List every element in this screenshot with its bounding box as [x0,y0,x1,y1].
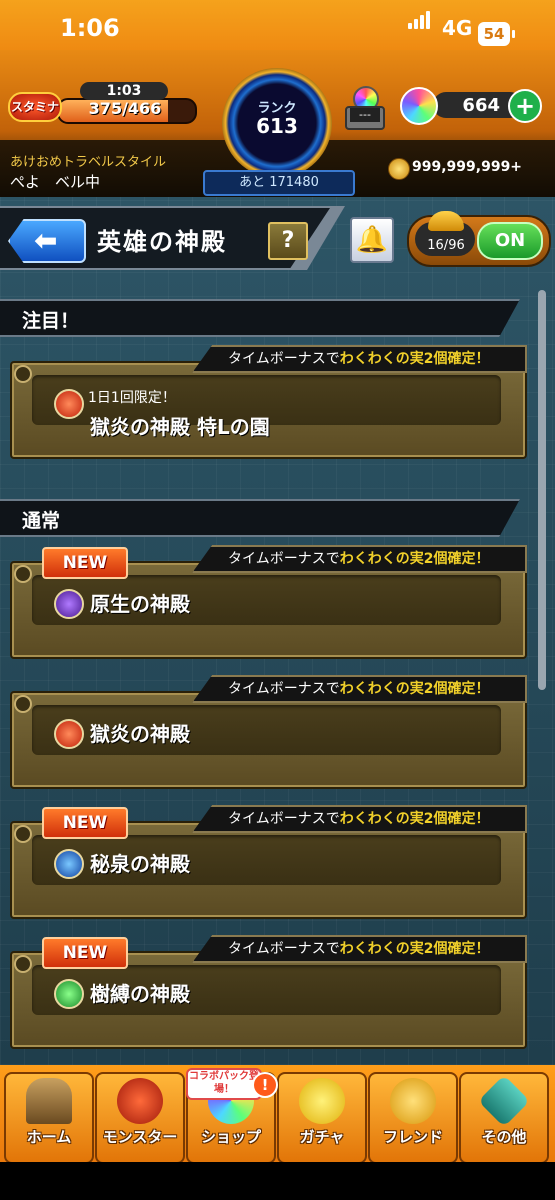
fire-element-icon [54,389,84,419]
nav-home[interactable]: ホーム [4,1072,94,1164]
new-badge: NEW [42,807,128,839]
pin-icon [14,565,32,583]
pin-icon [14,365,32,383]
player-title: あけおめトラベルスタイル [10,155,167,170]
new-badge: NEW [42,937,128,969]
section-label: 通常 [22,510,61,532]
status-time: 1:06 [60,14,120,42]
nav-monster[interactable]: モンスター [95,1072,185,1164]
rank-next-exp: あと 171480 [203,170,355,196]
quest-card[interactable]: タイムボーナスでわくわくの実2個確定！ NEW 樹縛の神殿 [10,935,527,1049]
quest-name: 秘泉の神殿 [90,852,190,876]
nav-label: モンスター [102,1128,178,1146]
quest-limit-note: 1日1回限定！ [88,390,176,406]
quest-card[interactable]: タイムボーナスでわくわくの実2個確定！ 1日1回限定！ 獄炎の神殿 特Lの園 [10,345,527,459]
time-bonus-text: タイムボーナスでわくわくの実2個確定！ [228,811,490,827]
other-icon [477,1074,531,1128]
quest-name: 樹縛の神殿 [90,982,190,1006]
pin-icon [14,695,32,713]
home-icon [26,1078,72,1124]
rank-value: 613 [256,114,298,138]
stamina-timer: 1:03 [80,82,168,100]
player-name: ぺよ ベル中 [10,173,101,191]
scrollbar[interactable] [538,290,546,690]
coin-icon [388,158,410,180]
section-label: 注目！ [22,310,80,332]
monster-icon [117,1078,163,1124]
collab-pack-badge: コラボパック登場！ [186,1068,262,1100]
section-header-normal: 通常 [0,499,520,537]
dark-element-icon [54,589,84,619]
quest-name: 原生の神殿 [90,592,190,616]
time-bonus-text: タイムボーナスでわくわくの実2個確定！ [228,551,490,567]
water-element-icon [54,849,84,879]
orb-count: 664 [462,95,500,116]
network-label: 4G [442,16,473,40]
quest-card[interactable]: タイムボーナスでわくわくの実2個確定！ 獄炎の神殿 [10,675,527,789]
pin-icon [14,825,32,843]
quest-name: 獄炎の神殿 特Lの園 [90,415,270,439]
time-bonus-text: タイムボーナスでわくわくの実2個確定！ [228,941,490,957]
nav-friend[interactable]: フレンド [368,1072,458,1164]
quest-name: 獄炎の神殿 [90,722,190,746]
nav-label: フレンド [382,1128,443,1146]
boost-count: 16/96 [427,238,465,253]
nav-label: ガチャ [299,1128,345,1146]
nav-label: ショップ [200,1128,261,1146]
boost-on-toggle[interactable]: ON [477,222,543,260]
nav-label: ホーム [26,1128,72,1146]
quest-card[interactable]: タイムボーナスでわくわくの実2個確定！ NEW 原生の神殿 [10,545,527,659]
section-header-featured: 注目！ [0,299,520,337]
quest-card[interactable]: タイムボーナスでわくわくの実2個確定！ NEW 秘泉の神殿 [10,805,527,919]
nav-other[interactable]: その他 [459,1072,549,1164]
friend-icon [390,1078,436,1124]
page-title: 英雄の神殿 [97,228,227,256]
orb-icon [400,87,438,125]
new-badge: NEW [42,547,128,579]
back-arrow-icon: ⬅ [34,224,58,257]
home-indicator-area [0,1162,555,1200]
nav-label: その他 [481,1128,527,1146]
pin-icon [14,955,32,973]
orb-machine-label: --- [350,108,380,122]
alert-icon: ! [252,1072,278,1098]
help-button[interactable]: ? [268,222,308,260]
gacha-icon [299,1078,345,1124]
stamina-logo: スタミナ [8,92,62,122]
bell-button[interactable]: 🔔 [350,217,394,263]
time-bonus-text: タイムボーナスでわくわくの実2個確定！ [228,351,490,367]
coin-count: 999,999,999+ [412,159,523,175]
battery-level: 54 [478,22,510,46]
fire-element-icon [54,719,84,749]
time-bonus-text: タイムボーナスでわくわくの実2個確定！ [228,681,490,697]
stamina-value: 375/466 [88,99,162,118]
nav-gacha[interactable]: ガチャ [277,1072,367,1164]
battery-icon: 54 [478,22,515,46]
add-orb-button[interactable]: + [508,89,542,123]
wood-element-icon [54,979,84,1009]
